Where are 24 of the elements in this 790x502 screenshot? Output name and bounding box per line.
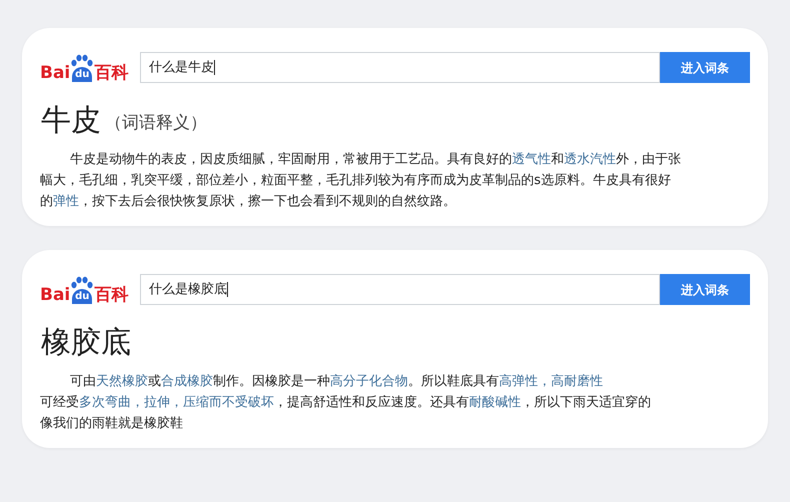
logo-text: 百科 — [94, 64, 128, 82]
search-field[interactable]: 什么是橡胶底 — [140, 274, 660, 305]
term-link[interactable]: 多次弯曲，拉伸，压缩而不受破坏 — [79, 395, 274, 410]
search-field[interactable]: 什么是牛皮 — [140, 52, 660, 83]
term-link[interactable]: 弹性 — [53, 194, 79, 209]
term-link[interactable]: 天然橡胶 — [96, 374, 148, 389]
entry-description: 可由天然橡胶或合成橡胶制作。因橡胶是一种高分子化合物。所以鞋底具有高弹性，高耐磨性 可经受多次弯曲，拉伸，压缩而不受破坏，提高舒适性和反应速度。还具有耐酸碱性，所以下雨天适宜穿的 像我们的雨鞋就是橡胶鞋 — [40, 373, 652, 433]
term-link[interactable]: 合成橡胶 — [160, 374, 213, 389]
enter-entry-button[interactable]: 进入词条 — [660, 274, 750, 305]
enter-entry-button[interactable]: 进入词条 — [660, 52, 750, 83]
logo-text: Bai — [40, 286, 70, 304]
term-link[interactable]: 透水汽性 — [564, 152, 616, 167]
entry-description: 牛皮是动物牛的表皮，因皮质细腻，牢固耐用，常被用于工艺品。具有良好的透气性和透水汽性外，由于张 幅大，毛孔细，乳突平缓，部位差小，粒面平整，毛孔排列较为有序而成为皮革制品的s选原料。牛皮具有很好 的弹性，按下去后会很快恢复原状，擦一下也会看到不规则的自然纹路。 — [40, 151, 682, 211]
paw-logo: du — [70, 276, 94, 304]
logo-text: 百科 — [94, 286, 128, 304]
entry-title: 橡胶底 — [41, 325, 131, 361]
term-link[interactable]: 高弹性，高耐磨性 — [498, 374, 603, 389]
entry-title: 牛皮 — [41, 103, 101, 139]
paw-logo: du — [70, 54, 94, 82]
term-link[interactable]: 高分子化合物 — [330, 374, 408, 389]
entry-subtitle: （词语释义） — [105, 112, 207, 134]
term-link[interactable]: 耐酸碱性 — [469, 395, 521, 410]
logo-text: Bai — [40, 64, 70, 82]
term-link[interactable]: 透气性 — [512, 152, 551, 167]
